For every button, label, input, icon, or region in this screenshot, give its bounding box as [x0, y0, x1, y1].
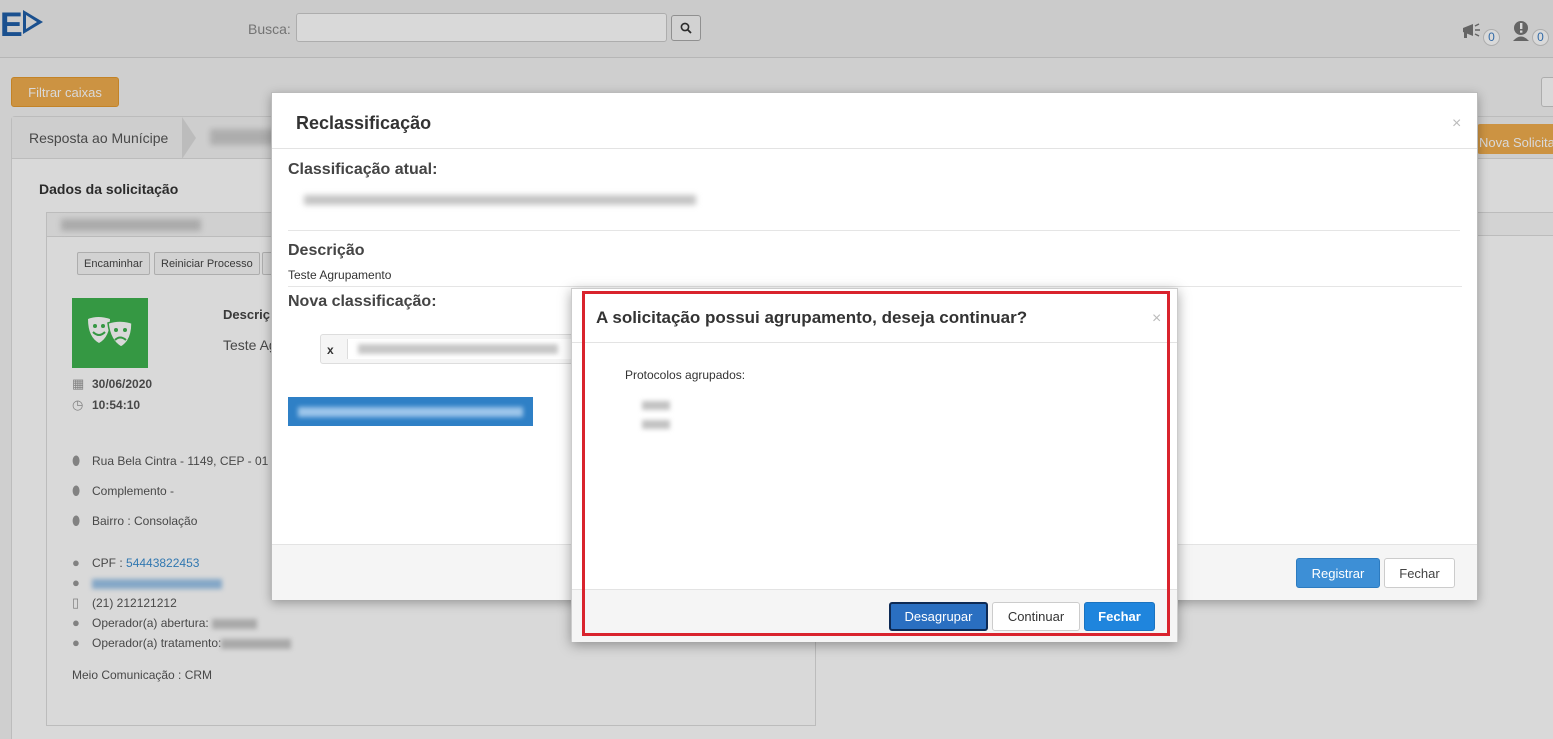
register-button[interactable]: Registrar: [1296, 558, 1380, 588]
redacted-protocol: [642, 401, 670, 410]
divider: [288, 230, 1460, 231]
tag-text: [347, 339, 577, 359]
modal-footer: Desagrupar Continuar Fechar: [572, 589, 1177, 642]
new-classification-label: Nova classificação:: [288, 293, 437, 310]
classification-tag[interactable]: x: [320, 334, 580, 364]
remove-tag-icon[interactable]: x: [327, 343, 334, 357]
selected-classification-option[interactable]: [288, 397, 533, 426]
ungroup-button[interactable]: Desagrupar: [889, 602, 988, 631]
close-icon[interactable]: ×: [1152, 310, 1161, 328]
redacted-current-classification: [304, 195, 696, 205]
close-button[interactable]: Fechar: [1384, 558, 1455, 588]
grouping-confirm-modal: A solicitação possui agrupamento, deseja…: [571, 288, 1178, 642]
redacted-text: [298, 407, 523, 417]
description-value: Teste Agrupamento: [288, 268, 392, 282]
continue-button[interactable]: Continuar: [992, 602, 1080, 631]
description-label: Descrição: [288, 242, 365, 259]
current-classification-label: Classificação atual:: [288, 161, 438, 178]
grouped-protocols-label: Protocolos agrupados:: [625, 368, 746, 382]
divider: [272, 148, 1477, 149]
close-button[interactable]: Fechar: [1084, 602, 1155, 631]
redacted-protocol: [642, 420, 670, 429]
divider: [288, 286, 1462, 287]
divider: [572, 342, 1177, 343]
modal-title: A solicitação possui agrupamento, deseja…: [596, 308, 1028, 327]
close-icon[interactable]: ×: [1452, 115, 1461, 133]
modal-title: Reclassificação: [296, 113, 432, 133]
redacted-text: [358, 344, 558, 354]
